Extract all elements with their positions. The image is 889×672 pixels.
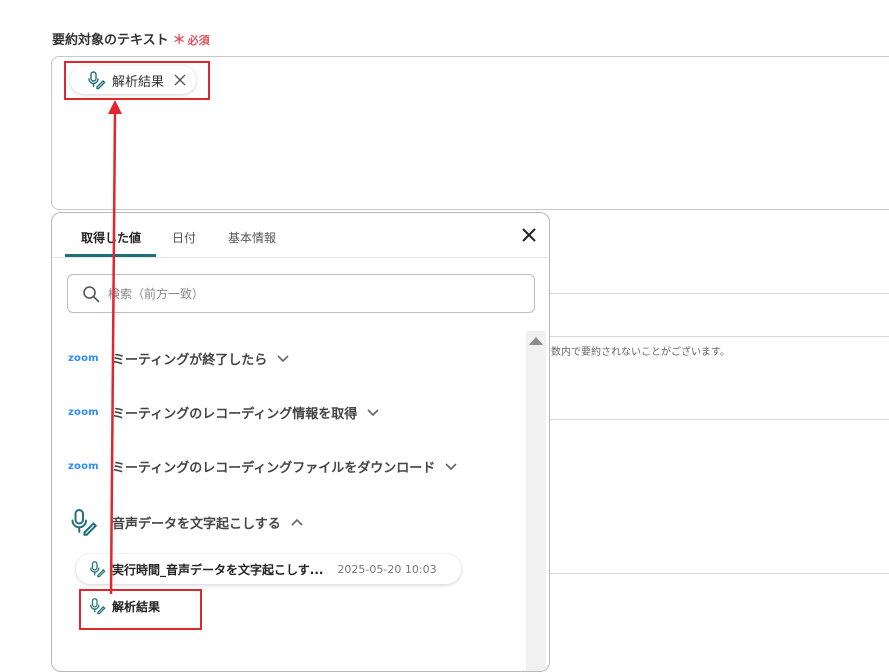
annotation-arrow-icon [108, 100, 122, 595]
